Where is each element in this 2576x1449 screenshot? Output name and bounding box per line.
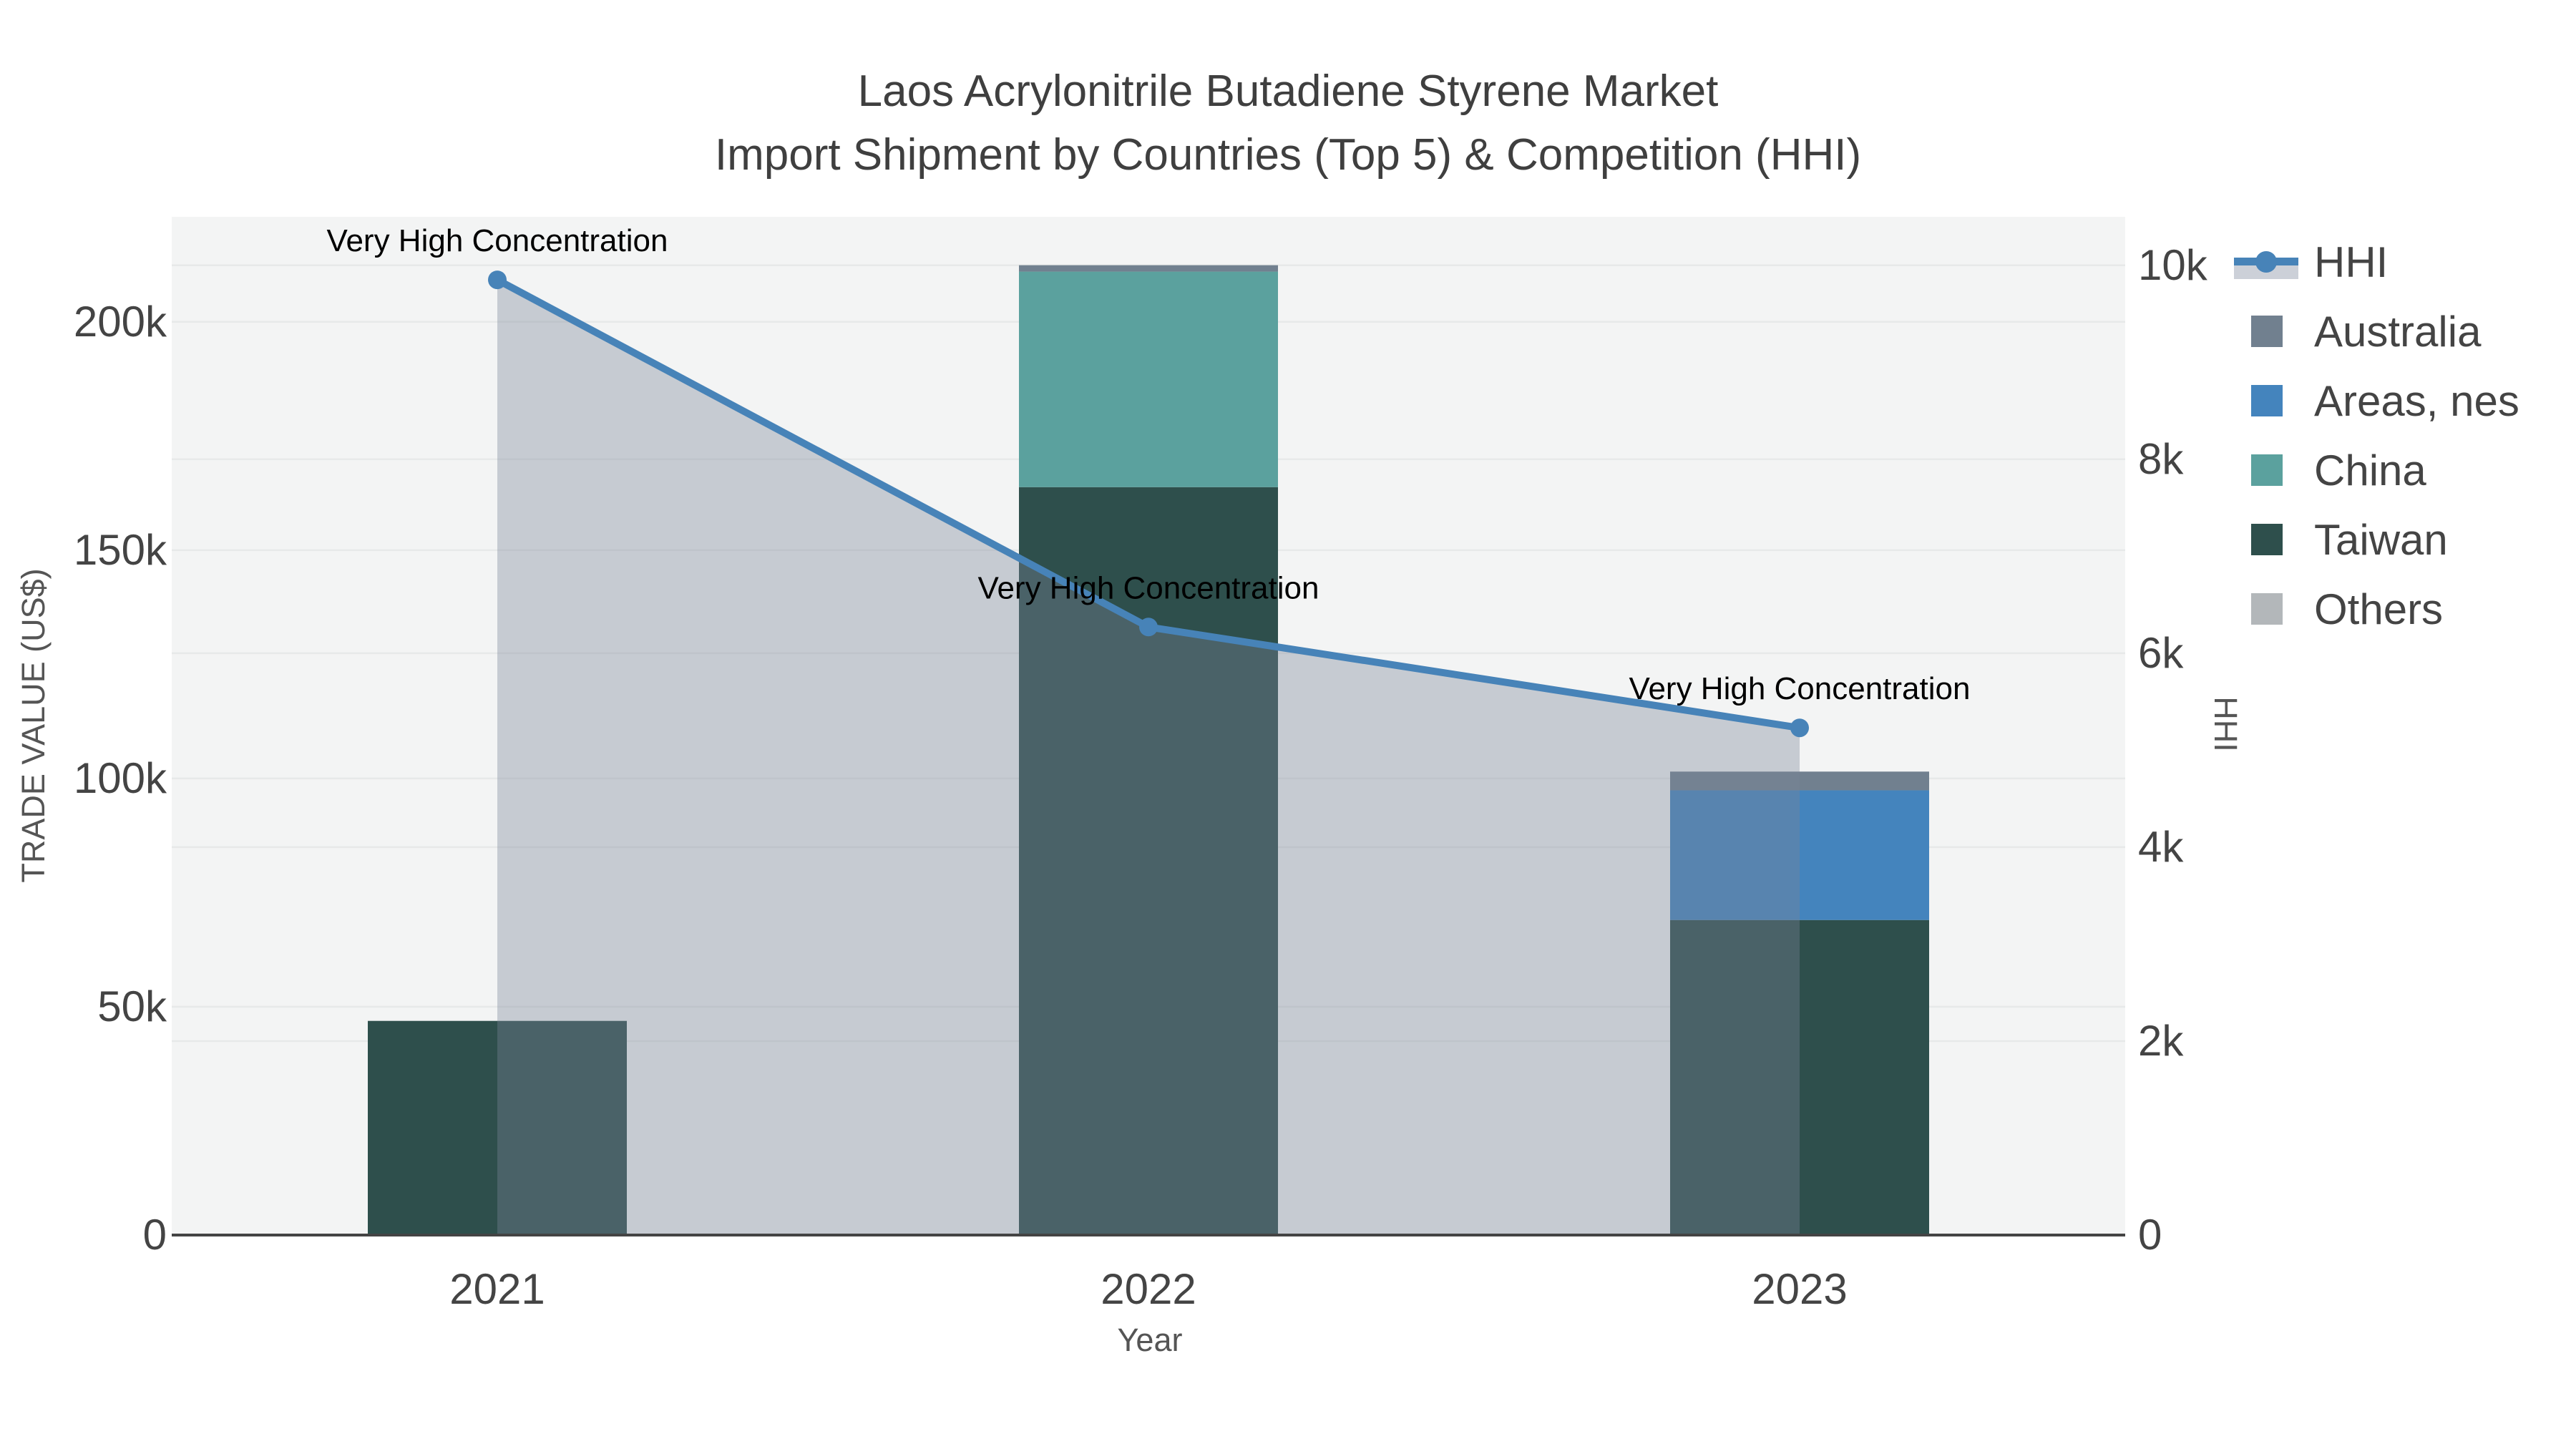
y-right-tick-2k: 2k (2138, 1017, 2184, 1065)
annotation-2022: Very High Concentration (978, 570, 1319, 605)
taiwan-swatch-icon (2251, 524, 2283, 555)
x-axis-title: Year (1118, 1322, 1183, 1358)
combo-chart: Very High Concentration Very High Concent… (15, 67, 2519, 1358)
y-right-tick-10k: 10k (2138, 241, 2208, 289)
bar-segment-australia-2022[interactable] (1019, 265, 1278, 272)
hhi-marker-2021[interactable] (488, 270, 507, 290)
hhi-marker-2023[interactable] (1790, 718, 1809, 738)
y-left-tick-100k: 100k (74, 754, 167, 802)
hhi-legend-marker-icon (2255, 251, 2277, 273)
y-left-axis-title: TRADE VALUE (US$) (15, 568, 52, 882)
legend-item-areas-nes[interactable]: Areas, nes (2251, 377, 2519, 425)
china-swatch-icon (2251, 454, 2283, 486)
y-right-tick-0: 0 (2138, 1211, 2162, 1259)
legend-label-others: Others (2314, 585, 2443, 633)
y-right-axis-title: HHI (2207, 696, 2244, 752)
x-axis-line (172, 1234, 2125, 1236)
areas-nes-swatch-icon (2251, 385, 2283, 416)
legend-label-taiwan: Taiwan (2314, 516, 2448, 564)
legend-item-hhi[interactable]: HHI (2234, 238, 2388, 286)
chart-title-line1: Laos Acrylonitrile Butadiene Styrene Mar… (858, 67, 1719, 116)
legend-item-china[interactable]: China (2251, 447, 2426, 494)
legend: HHI Australia Areas, nes China Taiwan Others (2234, 238, 2519, 633)
legend-item-taiwan[interactable]: Taiwan (2251, 516, 2448, 564)
y-right-tick-8k: 8k (2138, 435, 2184, 483)
x-tick-2021: 2021 (449, 1265, 545, 1313)
x-tick-2022: 2022 (1101, 1265, 1196, 1313)
y-left-tick-50k: 50k (97, 982, 167, 1030)
hhi-marker-2022[interactable] (1139, 618, 1158, 637)
y-right-tick-6k: 6k (2138, 629, 2184, 677)
annotation-2021: Very High Concentration (327, 223, 668, 258)
bar-segment-china-2022[interactable] (1019, 271, 1278, 487)
y-left-tick-0: 0 (143, 1211, 167, 1259)
annotation-2023: Very High Concentration (1629, 671, 1971, 706)
legend-label-china: China (2314, 447, 2426, 494)
y-left-tick-200k: 200k (74, 298, 167, 346)
legend-item-australia[interactable]: Australia (2251, 308, 2482, 356)
legend-label-australia: Australia (2314, 308, 2482, 356)
chart-figure: Very High Concentration Very High Concent… (0, 0, 2576, 1449)
x-tick-2023: 2023 (1752, 1265, 1847, 1313)
y-right-tick-4k: 4k (2138, 823, 2184, 871)
y-left-tick-150k: 150k (74, 526, 167, 574)
legend-label-hhi: HHI (2314, 238, 2388, 286)
chart-title-line2: Import Shipment by Countries (Top 5) & C… (715, 130, 1861, 180)
others-swatch-icon (2251, 593, 2283, 625)
legend-item-others[interactable]: Others (2251, 585, 2443, 633)
legend-label-areas-nes: Areas, nes (2314, 377, 2519, 425)
australia-swatch-icon (2251, 316, 2283, 347)
